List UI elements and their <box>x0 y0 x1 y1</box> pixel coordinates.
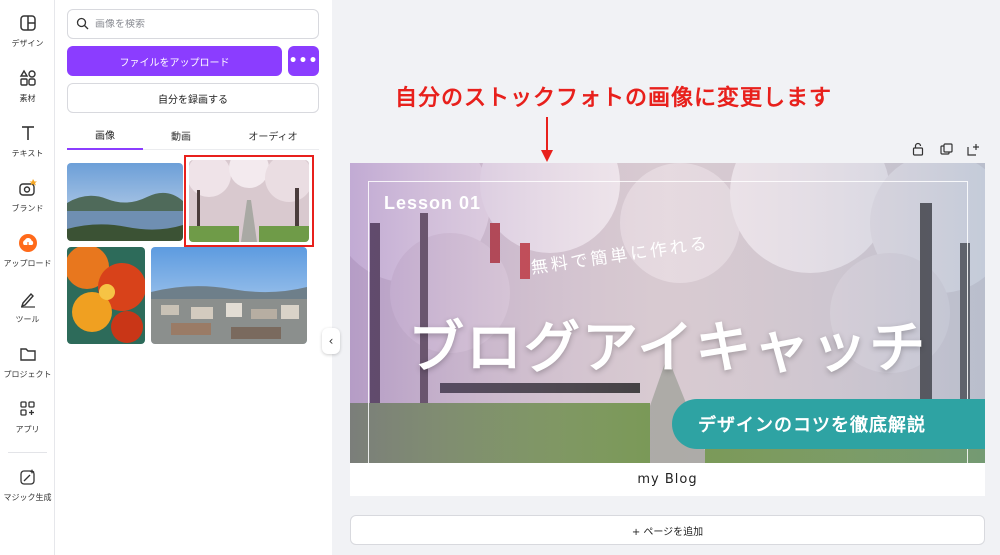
rail-label: プロジェクト <box>3 370 52 379</box>
lesson-label[interactable]: Lesson 01 <box>384 193 481 214</box>
image-thumbnail-lake[interactable] <box>67 163 183 241</box>
tab-audio[interactable]: オーディオ <box>227 120 319 150</box>
rail-label: アップロード <box>3 259 52 268</box>
rail-label: アプリ <box>15 425 40 434</box>
blog-footer-text[interactable]: my Blog <box>350 463 985 496</box>
subtitle-pill[interactable]: デザインのコツを徹底解説 <box>672 399 985 449</box>
rail-item-upload[interactable]: アップロード <box>0 232 55 282</box>
layout-icon <box>17 12 39 34</box>
rail-item-text[interactable]: テキスト <box>0 122 55 172</box>
left-rail: デザイン 素材 テキスト ブランド アップロード ツール プロジェクト アプリ … <box>0 0 55 555</box>
duplicate-page-button[interactable] <box>939 141 953 157</box>
apps-icon <box>17 398 39 420</box>
collapse-panel-button[interactable]: ‹ <box>322 328 340 354</box>
rail-label: マジック生成 <box>3 493 52 502</box>
design-canvas[interactable]: Lesson 01 無料で簡単に作れる ブログアイキャッチ デザインのコツを徹底… <box>350 163 985 496</box>
rail-item-apps[interactable]: アプリ <box>0 398 55 448</box>
image-thumbnail-autumn-leaves[interactable] <box>67 247 145 344</box>
selection-highlight-box <box>184 155 314 247</box>
add-page-button[interactable]: + ページを追加 <box>350 515 985 545</box>
duplicate-icon <box>939 142 953 155</box>
rail-item-brand[interactable]: ブランド <box>0 177 55 227</box>
rail-label: ツール <box>15 315 40 324</box>
upload-cloud-icon <box>17 232 39 254</box>
rail-item-tools[interactable]: ツール <box>0 288 55 338</box>
search-icon <box>76 15 89 34</box>
annotation-text: 自分のストックフォトの画像に変更します <box>395 86 833 111</box>
rail-label: テキスト <box>11 149 44 158</box>
rail-item-elements[interactable]: 素材 <box>0 67 55 117</box>
pen-icon <box>17 288 39 310</box>
rail-label: デザイン <box>11 39 44 48</box>
record-yourself-button[interactable]: 自分を録画する <box>67 83 319 113</box>
more-options-button[interactable]: ••• <box>288 46 319 76</box>
shapes-icon <box>17 67 39 89</box>
uploads-panel: ファイルをアップロード ••• 自分を録画する 画像 動画 オーディオ <box>55 0 387 555</box>
tab-images[interactable]: 画像 <box>67 120 143 150</box>
upload-file-button[interactable]: ファイルをアップロード <box>67 46 282 76</box>
brand-icon <box>17 177 39 199</box>
tab-videos[interactable]: 動画 <box>143 120 219 150</box>
media-tabs: 画像 動画 オーディオ <box>67 120 319 150</box>
rail-divider <box>8 452 47 453</box>
text-icon <box>17 122 39 144</box>
rail-item-design[interactable]: デザイン <box>0 12 55 62</box>
search-input[interactable] <box>95 18 295 30</box>
add-page-toolbar-button[interactable] <box>966 141 980 157</box>
down-arrow-icon <box>541 117 553 162</box>
folder-icon <box>17 343 39 365</box>
rail-label: 素材 <box>19 94 36 103</box>
rail-label: ブランド <box>11 204 44 213</box>
rail-item-magic[interactable]: マジック生成 <box>0 466 55 516</box>
rail-item-projects[interactable]: プロジェクト <box>0 343 55 393</box>
image-thumbnail-city[interactable] <box>151 247 307 344</box>
headline-text[interactable]: ブログアイキャッチ <box>408 303 927 384</box>
search-box[interactable] <box>67 9 319 39</box>
add-page-icon <box>966 143 979 156</box>
chevron-left-icon: ‹ <box>328 334 334 348</box>
lock-icon <box>912 142 924 156</box>
magic-icon <box>17 466 39 488</box>
lock-page-button[interactable] <box>911 141 925 157</box>
